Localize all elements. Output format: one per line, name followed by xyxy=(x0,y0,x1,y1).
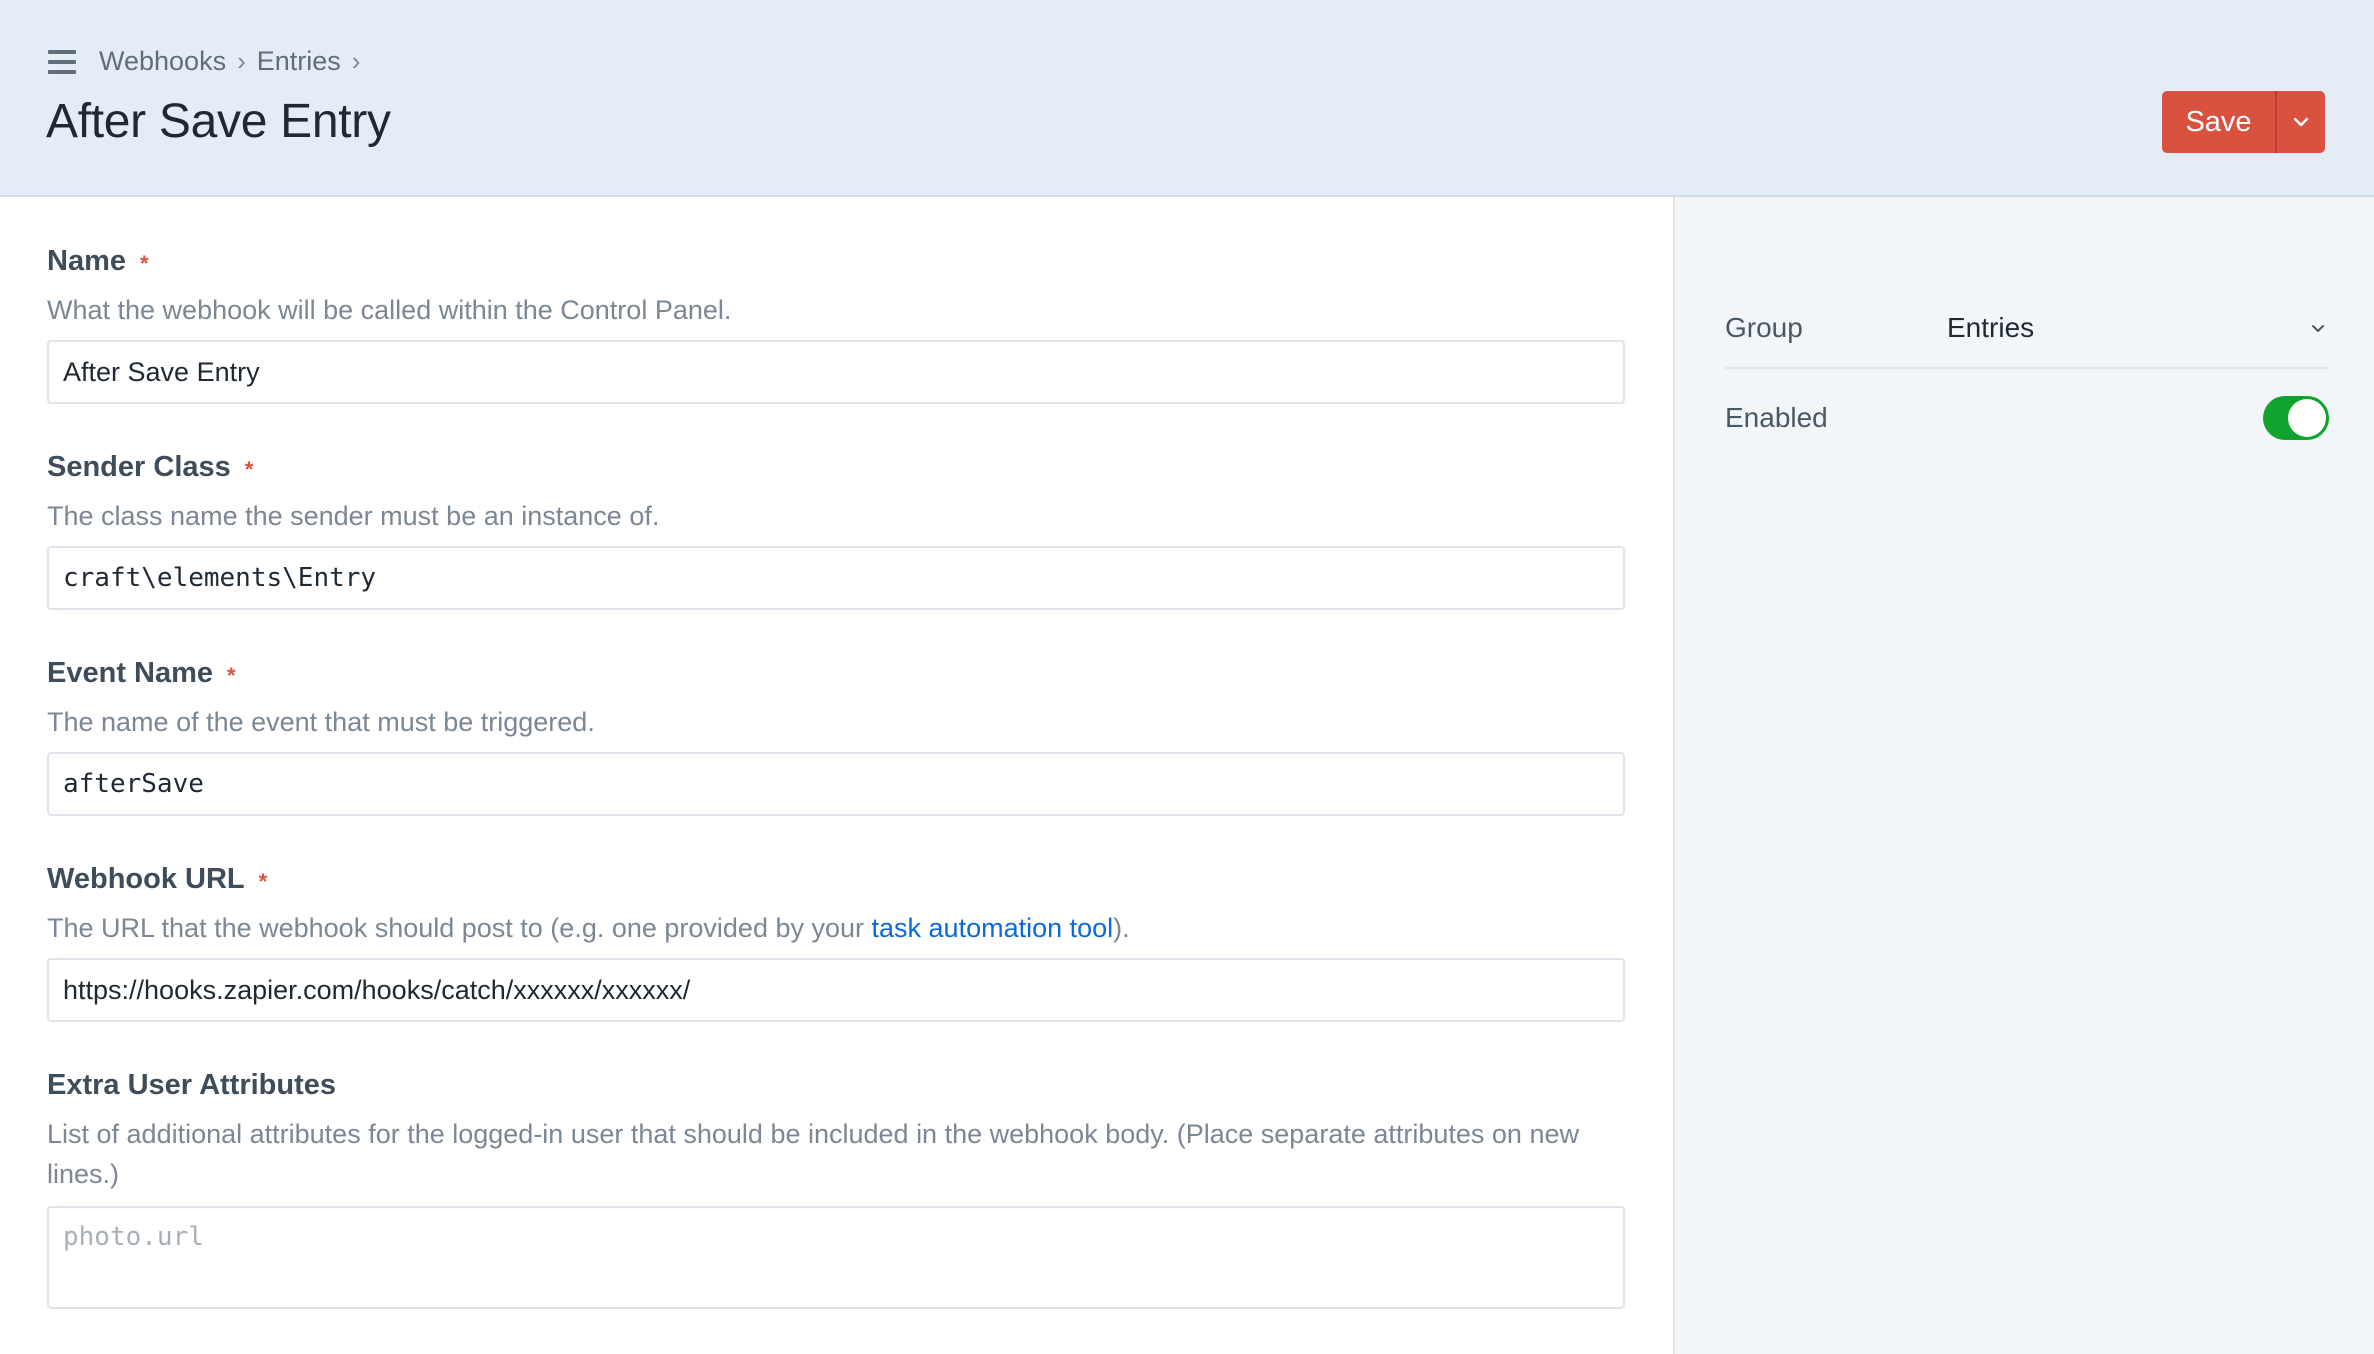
webhook-url-instructions: The URL that the webhook should post to … xyxy=(47,913,1130,943)
chevron-down-icon xyxy=(2293,117,2309,127)
page-title: After Save Entry xyxy=(46,95,391,148)
group-row: Group Entries xyxy=(1725,303,2329,353)
meta-divider xyxy=(1725,367,2329,369)
details-sidebar: Group Entries Enabled xyxy=(1673,197,2374,1354)
event-name-instructions: The name of the event that must be trigg… xyxy=(47,707,595,737)
chevron-down-icon xyxy=(2312,324,2324,332)
sender-class-instructions: The class name the sender must be an ins… xyxy=(47,501,660,531)
required-icon: * xyxy=(258,868,268,894)
group-select-value: Entries xyxy=(1947,312,2035,343)
event-name-field: Event Name * The name of the event that … xyxy=(47,657,1625,816)
enabled-toggle[interactable] xyxy=(2263,396,2329,440)
webhook-url-field: Webhook URL * The URL that the webhook s… xyxy=(47,863,1625,1022)
save-options-button[interactable] xyxy=(2275,91,2325,153)
group-select[interactable]: Entries xyxy=(1947,312,2329,344)
page-header: Webhooks › Entries › After Save Entry Sa… xyxy=(0,0,2374,197)
extra-user-attributes-label: Extra User Attributes xyxy=(47,1069,337,1101)
breadcrumb-separator: › xyxy=(351,46,361,76)
breadcrumb-item-webhooks[interactable]: Webhooks xyxy=(99,46,226,77)
required-icon: * xyxy=(140,250,149,276)
event-name-label: Event Name * xyxy=(47,657,236,689)
enabled-label: Enabled xyxy=(1725,402,1828,433)
webhook-url-label: Webhook URL * xyxy=(47,863,268,895)
save-button-group: Save xyxy=(2162,91,2325,153)
breadcrumb-separator: › xyxy=(237,46,246,76)
enabled-row: Enabled xyxy=(1725,393,2329,443)
breadcrumb: Webhooks › Entries › xyxy=(99,46,371,77)
sender-class-field: Sender Class * The class name the sender… xyxy=(47,451,1625,610)
breadcrumb-item-entries[interactable]: Entries xyxy=(257,46,341,77)
name-field: Name * What the webhook will be called w… xyxy=(47,245,1625,404)
toggle-knob xyxy=(2288,399,2326,437)
main-content: Name * What the webhook will be called w… xyxy=(0,197,1673,1354)
webhook-url-input[interactable] xyxy=(47,958,1625,1022)
name-instructions: What the webhook will be called within t… xyxy=(47,295,732,325)
sender-class-label: Sender Class * xyxy=(47,451,254,483)
name-label: Name * xyxy=(47,245,149,277)
extra-user-attributes-textarea[interactable] xyxy=(47,1206,1625,1309)
hamburger-icon[interactable] xyxy=(48,50,76,74)
extra-user-attributes-instructions: List of additional attributes for the lo… xyxy=(47,1119,1579,1189)
required-icon: * xyxy=(227,662,236,688)
event-name-input[interactable] xyxy=(47,752,1625,816)
name-input[interactable] xyxy=(47,340,1625,404)
required-icon: * xyxy=(244,456,254,482)
save-button[interactable]: Save xyxy=(2162,91,2275,153)
extra-user-attributes-field: Extra User Attributes List of additional… xyxy=(47,1069,1625,1309)
task-automation-link[interactable]: task automation tool xyxy=(872,913,1114,943)
group-label: Group xyxy=(1725,312,1803,343)
sender-class-input[interactable] xyxy=(47,546,1625,610)
